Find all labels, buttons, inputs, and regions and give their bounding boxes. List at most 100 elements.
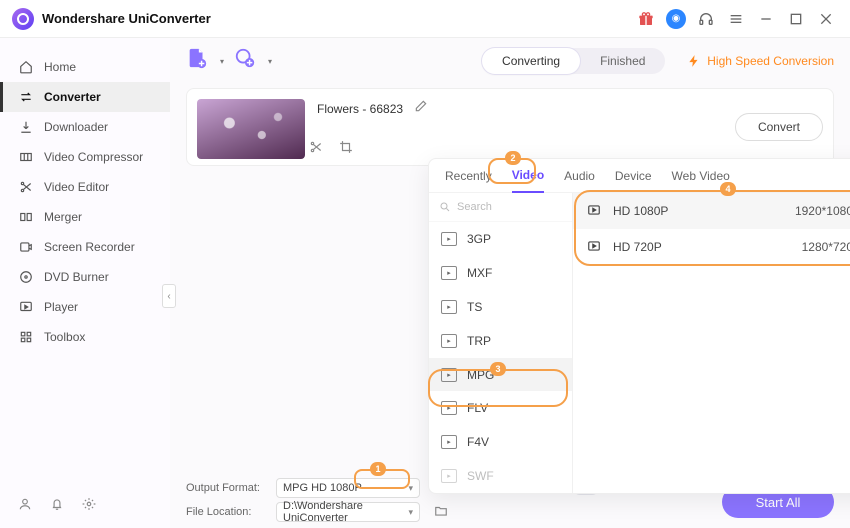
chevron-down-icon[interactable]: ▾ <box>220 57 224 66</box>
video-format-icon <box>587 203 601 220</box>
sidebar-item-label: Player <box>44 300 78 314</box>
video-format-icon: ▸ <box>441 401 457 415</box>
avatar-icon[interactable]: ◉ <box>664 7 688 31</box>
video-format-icon: ▸ <box>441 232 457 246</box>
sidebar-item-player[interactable]: Player <box>0 292 170 322</box>
play-icon <box>18 300 34 314</box>
format-label: 3GP <box>467 232 491 246</box>
sidebar-item-editor[interactable]: Video Editor <box>0 172 170 202</box>
video-format-icon: ▸ <box>441 435 457 449</box>
chevron-down-icon[interactable]: ▾ <box>268 57 272 66</box>
download-icon <box>18 120 34 134</box>
output-format-value: MPG HD 1080P <box>283 482 362 494</box>
hamburger-icon[interactable] <box>724 7 748 31</box>
convert-button[interactable]: Convert <box>735 113 823 141</box>
titlebar: Wondershare UniConverter ◉ <box>0 0 850 38</box>
tab-recently[interactable]: Recently <box>445 169 492 183</box>
sidebar-item-recorder[interactable]: Screen Recorder <box>0 232 170 262</box>
record-icon <box>18 240 34 254</box>
converter-icon <box>18 90 34 104</box>
format-label: FLV <box>467 401 488 415</box>
video-format-icon: ▸ <box>441 300 457 314</box>
sidebar-item-home[interactable]: Home <box>0 52 170 82</box>
sidebar-item-label: Home <box>44 60 76 74</box>
resolution-size: 1920*1080 <box>795 204 850 218</box>
minimize-icon[interactable] <box>754 7 778 31</box>
video-format-icon: ▸ <box>441 334 457 348</box>
sidebar-item-label: Video Editor <box>44 180 109 194</box>
sidebar-item-dvd[interactable]: DVD Burner <box>0 262 170 292</box>
tab-video[interactable]: Video <box>512 159 544 193</box>
output-format-select[interactable]: MPG HD 1080P ▾ <box>276 478 420 498</box>
format-item-mxf[interactable]: ▸ MXF <box>429 256 572 290</box>
edit-title-icon[interactable] <box>414 99 428 116</box>
resolution-item-720p[interactable]: HD 720P 1280*720 <box>573 229 850 265</box>
tab-audio[interactable]: Audio <box>564 169 595 183</box>
sidebar-item-label: Toolbox <box>44 330 85 344</box>
sidebar-item-label: Merger <box>44 210 82 224</box>
main-topbar: ▾ ▾ Converting Finished High Speed Conve… <box>170 38 850 84</box>
file-thumbnail[interactable] <box>197 99 305 159</box>
file-card: Flowers - 66823 Convert <box>186 88 834 166</box>
high-speed-label: High Speed Conversion <box>707 54 834 68</box>
sidebar-collapse-handle[interactable]: ‹ <box>162 284 176 308</box>
resolution-item-1080p[interactable]: HD 1080P 1920*1080 <box>573 193 850 229</box>
sidebar-item-downloader[interactable]: Downloader <box>0 112 170 142</box>
format-label: MPG <box>467 368 494 382</box>
chevron-down-icon: ▾ <box>408 507 413 518</box>
sidebar-item-converter[interactable]: Converter <box>0 82 170 112</box>
tab-device[interactable]: Device <box>615 169 652 183</box>
search-placeholder: Search <box>457 201 492 213</box>
format-search[interactable]: Search <box>429 193 572 222</box>
sidebar-item-compressor[interactable]: Video Compressor <box>0 142 170 172</box>
format-item-mpg[interactable]: ▸ MPG <box>429 358 572 392</box>
tab-finished[interactable]: Finished <box>580 48 665 74</box>
add-url-button[interactable] <box>234 47 262 75</box>
sidebar-item-label: Converter <box>44 90 101 104</box>
gift-icon[interactable] <box>634 7 658 31</box>
scissors-icon <box>18 180 34 194</box>
tab-switch: Converting Finished <box>482 48 665 74</box>
sidebar-item-merger[interactable]: Merger <box>0 202 170 232</box>
close-icon[interactable] <box>814 7 838 31</box>
file-location-value: D:\Wondershare UniConverter <box>283 500 413 524</box>
format-item-3gp[interactable]: ▸ 3GP <box>429 222 572 256</box>
sidebar: Home Converter Downloader Video Compress… <box>0 38 170 528</box>
file-location-select[interactable]: D:\Wondershare UniConverter ▾ <box>276 502 420 522</box>
sidebar-item-label: DVD Burner <box>44 270 109 284</box>
add-file-button[interactable] <box>186 47 214 75</box>
tab-converting[interactable]: Converting <box>482 48 580 74</box>
resolution-list: HD 1080P 1920*1080 HD 720P 1280*720 <box>573 193 850 493</box>
format-label: MXF <box>467 266 492 280</box>
format-tabs: Recently Video Audio Device Web Video <box>429 159 850 193</box>
grid-icon <box>18 330 34 344</box>
open-folder-icon[interactable] <box>434 504 448 521</box>
format-label: F4V <box>467 435 489 449</box>
compress-icon <box>18 150 34 164</box>
video-format-icon: ▸ <box>441 266 457 280</box>
file-title: Flowers - 66823 <box>317 102 403 116</box>
sidebar-item-label: Screen Recorder <box>44 240 135 254</box>
format-item-f4v[interactable]: ▸ F4V <box>429 425 572 459</box>
video-format-icon: ▸ <box>441 469 457 483</box>
chevron-down-icon: ▾ <box>408 483 413 494</box>
user-icon[interactable] <box>18 497 32 514</box>
crop-icon[interactable] <box>339 140 353 157</box>
file-toolbar <box>309 140 353 157</box>
headset-icon[interactable] <box>694 7 718 31</box>
format-item-trp[interactable]: ▸TRP <box>429 324 572 358</box>
bell-icon[interactable] <box>50 497 64 514</box>
sidebar-item-toolbox[interactable]: Toolbox <box>0 322 170 352</box>
video-format-icon: ▸ <box>441 368 457 382</box>
tab-webvideo[interactable]: Web Video <box>672 169 730 183</box>
settings-icon[interactable] <box>82 497 96 514</box>
format-label: SWF <box>467 469 494 483</box>
format-dropdown: Recently Video Audio Device Web Video Se… <box>428 158 850 494</box>
format-item-flv[interactable]: ▸ FLV <box>429 391 572 425</box>
disc-icon <box>18 270 34 284</box>
format-item-ts[interactable]: ▸TS <box>429 290 572 324</box>
high-speed-link[interactable]: High Speed Conversion <box>687 54 834 68</box>
maximize-icon[interactable] <box>784 7 808 31</box>
trim-icon[interactable] <box>309 140 323 157</box>
format-item-swf[interactable]: ▸ SWF <box>429 459 572 493</box>
